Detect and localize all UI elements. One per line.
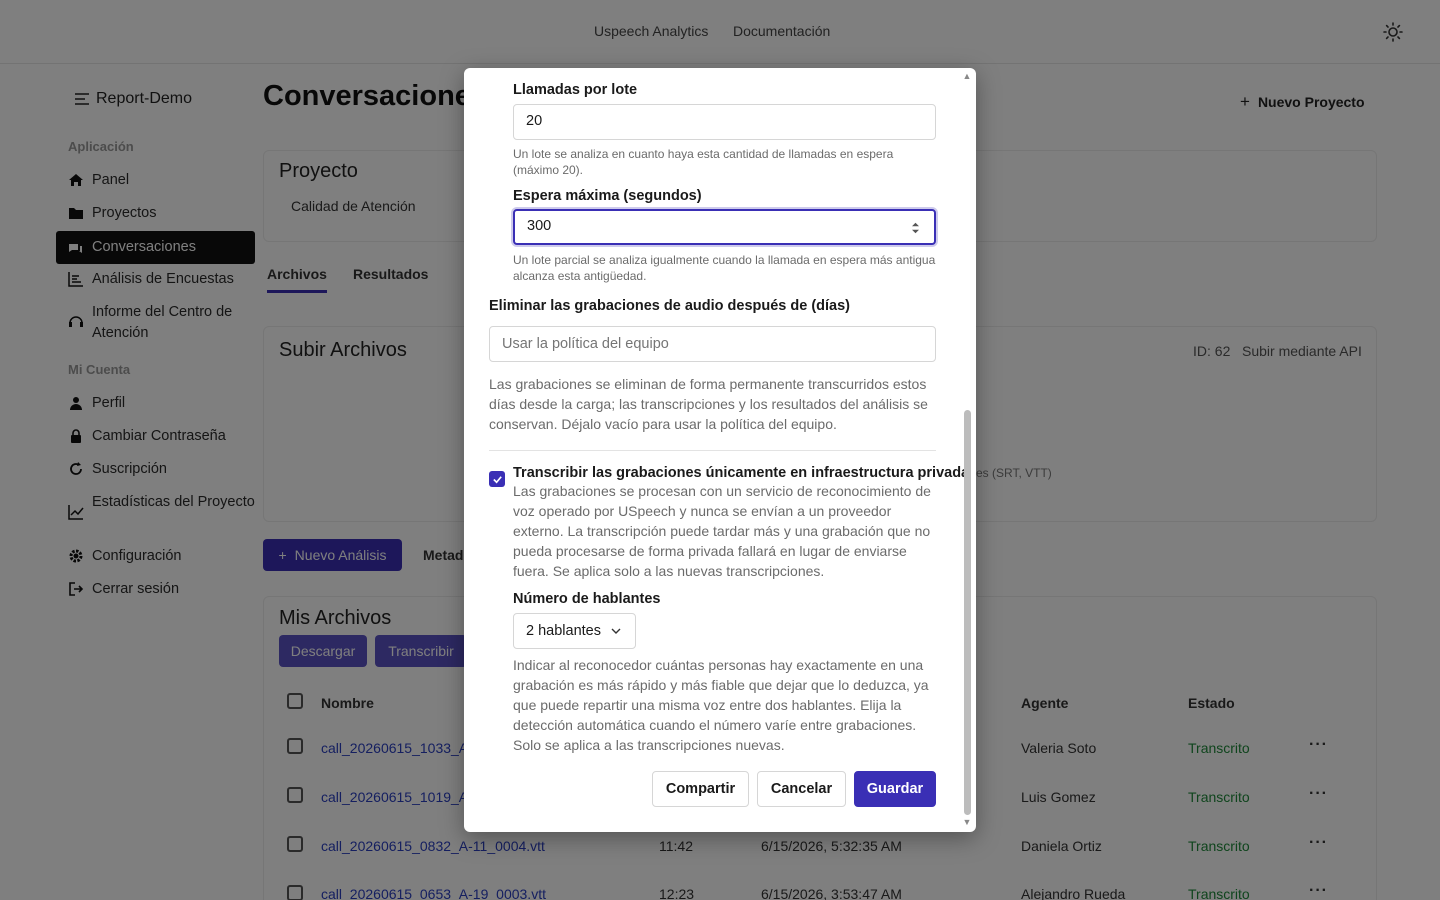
- divider: [489, 450, 936, 451]
- private-infra-help: Las grabaciones se procesan con un servi…: [513, 483, 931, 579]
- speakers-help: Indicar al reconocedor cuántas personas …: [513, 657, 929, 753]
- private-infra-checkbox[interactable]: [489, 471, 505, 487]
- cancel-button[interactable]: Cancelar: [757, 771, 846, 807]
- share-button[interactable]: Compartir: [652, 771, 749, 807]
- delete-audio-input[interactable]: [489, 326, 936, 362]
- scrollbar-thumb[interactable]: [964, 410, 971, 815]
- chevron-down-icon: [611, 628, 621, 634]
- max-wait-value: 300: [527, 218, 552, 234]
- delete-audio-label: Eliminar las grabaciones de audio despué…: [489, 298, 850, 314]
- scroll-down-icon[interactable]: ▼: [962, 817, 972, 827]
- speakers-label: Número de hablantes: [513, 591, 661, 607]
- spinner-arrows-icon[interactable]: [911, 221, 920, 235]
- private-infra-label[interactable]: Transcribir las grabaciones únicamente e…: [513, 465, 969, 481]
- scroll-up-icon[interactable]: ▲: [962, 71, 972, 81]
- calls-per-batch-label: Llamadas por lote: [513, 82, 638, 98]
- check-icon: [492, 475, 502, 483]
- calls-per-batch-help: Un lote se analiza en cuanto haya esta c…: [513, 147, 894, 177]
- speakers-select[interactable]: 2 hablantes: [513, 613, 636, 649]
- max-wait-label: Espera máxima (segundos): [513, 188, 702, 204]
- max-wait-input[interactable]: 300: [513, 209, 936, 245]
- delete-audio-help: Las grabaciones se eliminan de forma per…: [489, 376, 928, 432]
- save-button[interactable]: Guardar: [854, 771, 936, 807]
- speakers-value: 2 hablantes: [526, 623, 601, 639]
- project-settings-dialog: Llamadas por lote 20 Un lote se analiza …: [464, 68, 976, 832]
- max-wait-help: Un lote parcial se analiza igualmente cu…: [513, 253, 936, 283]
- calls-per-batch-input[interactable]: 20: [513, 104, 936, 140]
